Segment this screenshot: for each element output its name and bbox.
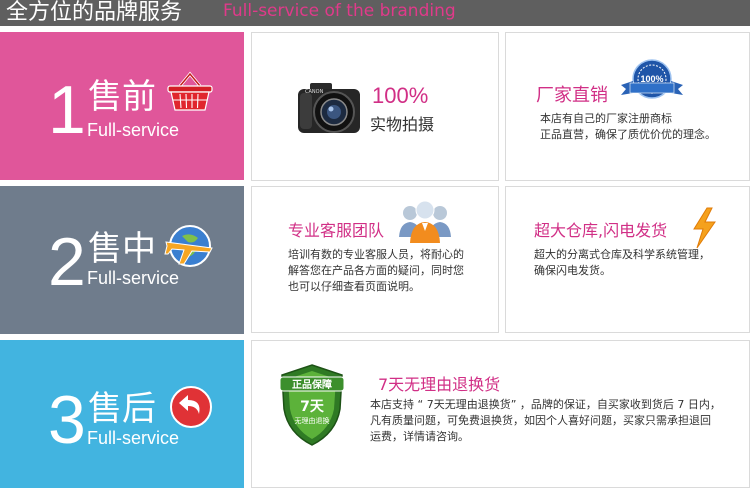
real-photo-percent: 100% <box>372 83 429 108</box>
stage-number: 1 <box>48 72 86 148</box>
warehouse-desc-line1: 超大的分离式仓库及科学系统管理， <box>534 248 710 261</box>
airplane-icon <box>164 225 213 267</box>
camera-icon: CANON <box>298 83 360 133</box>
header-title: 全方位的品牌服务 <box>6 0 183 25</box>
card-returns: 正品保障 7天 无理由退换 7天无理由退换货 本店支持 “ 7天无理由退换货” … <box>251 340 750 488</box>
returns-desc-line2: 凡有质量问题，可免费退换货，如因个人喜好问题，买家只需承担退回 <box>370 414 711 427</box>
svg-text:CANON: CANON <box>305 89 324 95</box>
header-bar: 全方位的品牌服务 Full-service of the branding <box>0 0 750 26</box>
service-title: 专业客服团队 <box>288 221 385 240</box>
lightning-icon <box>693 207 716 249</box>
stage-subtitle: Full-service <box>87 428 180 448</box>
stage-title: 售后 <box>88 389 156 429</box>
guarantee-seal-icon: 100% <box>621 59 683 99</box>
factory-desc-line2: 正品直营，确保了质优价优的理念。 <box>540 128 716 141</box>
returns-title: 7天无理由退换货 <box>378 375 501 394</box>
factory-desc-line1: 本店有自己的厂家注册商标 <box>540 112 672 125</box>
stage-insale: 2 售中 Full-service <box>0 186 244 334</box>
stage-subtitle: Full-service <box>87 268 180 288</box>
stage-title: 售中 <box>88 229 156 269</box>
shield-top-text: 正品保障 <box>292 378 332 391</box>
shield-days-text: 7天 <box>300 399 325 415</box>
service-desc-line2: 解答您在产品各方面的疑问，同时您 <box>288 264 464 277</box>
stage-title: 售前 <box>88 77 156 117</box>
basket-icon <box>167 71 213 111</box>
card-warehouse: 超大仓库,闪电发货 超大的分离式仓库及科学系统管理， 确保闪电发货。 <box>505 186 750 333</box>
real-photo-label: 实物拍摄 <box>370 115 435 134</box>
returns-desc-line1: 本店支持 “ 7天无理由退换货” ，品牌的保证，自买家收到货后 7 日内， <box>370 398 721 411</box>
stage-subtitle: Full-service <box>87 120 180 140</box>
service-desc-line3: 也可以仔细查看页面说明。 <box>288 280 420 293</box>
return-arrow-icon <box>170 386 212 428</box>
service-desc-line1: 培训有数的专业客服人员，将耐心的 <box>288 248 464 261</box>
returns-desc-line3: 运费，详情请咨询。 <box>370 430 469 443</box>
shield-sub-text: 无理由退换 <box>295 416 330 425</box>
warehouse-title: 超大仓库,闪电发货 <box>534 221 668 240</box>
card-factory-direct: 厂家直销 100% 本店有自己的厂家注册商标 正品直营，确保了质优价优的理念。 <box>505 32 750 181</box>
card-real-photo: CANON 100% 实物拍摄 <box>251 32 499 181</box>
stage-presale: 1 售前 Full-service <box>0 32 244 180</box>
team-icon <box>399 200 451 243</box>
warehouse-desc-line2: 确保闪电发货。 <box>534 264 611 277</box>
stage-number: 3 <box>48 382 86 458</box>
header-subtitle: Full-service of the branding <box>223 1 456 21</box>
seal-badge-text: 100% <box>640 74 663 84</box>
factory-title: 厂家直销 <box>536 85 608 106</box>
stage-aftersale: 3 售后 Full-service <box>0 340 244 488</box>
card-service-team: 专业客服团队 培训有数的专业客服人员，将耐心的 解答您在产品各方面的疑问，同时您… <box>251 186 499 333</box>
stage-number: 2 <box>48 224 86 300</box>
shield-icon: 正品保障 7天 无理由退换 <box>279 364 345 446</box>
